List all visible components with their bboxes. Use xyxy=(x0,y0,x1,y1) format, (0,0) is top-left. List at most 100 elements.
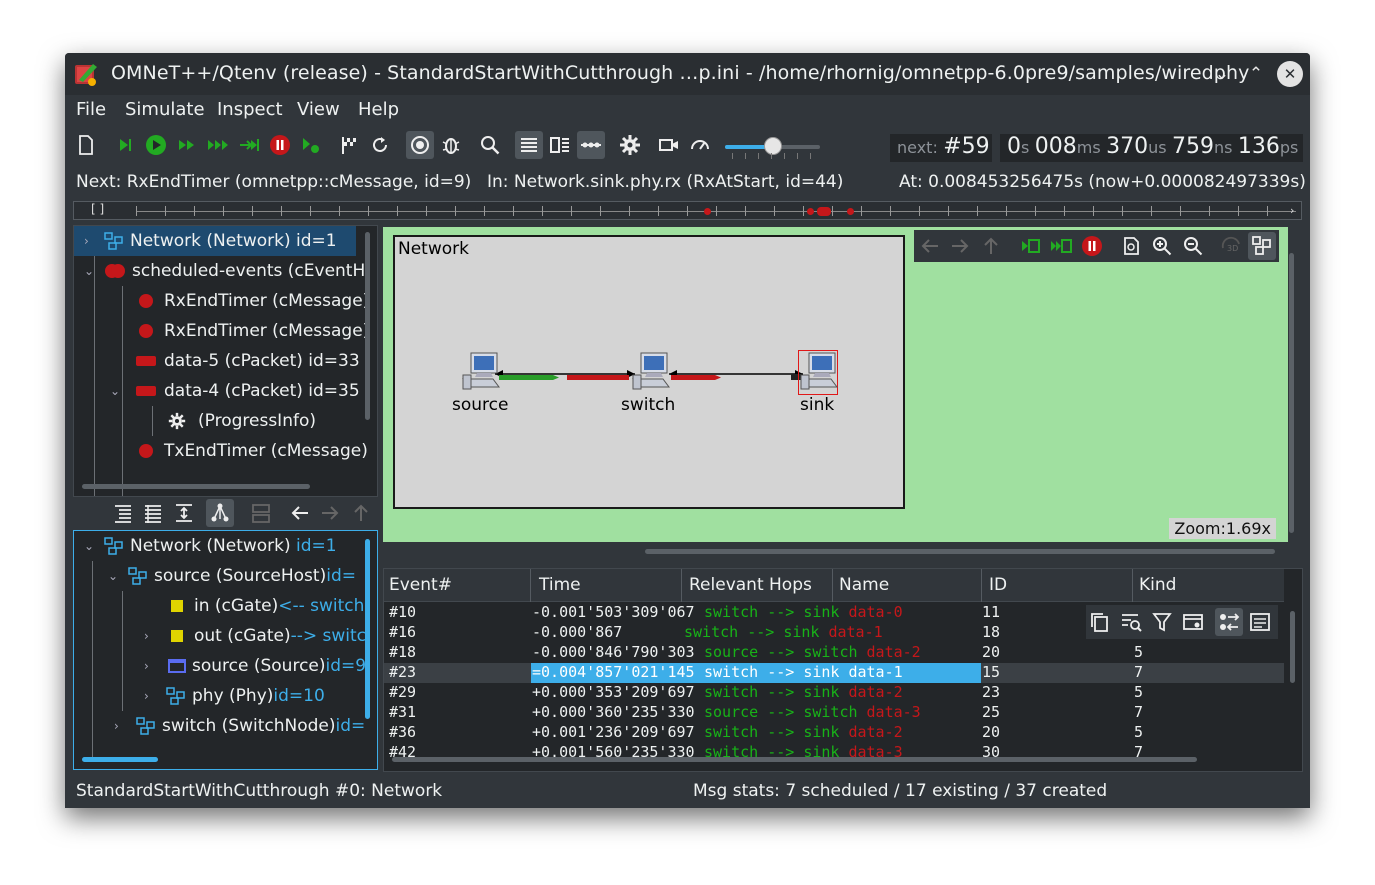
computer-icon[interactable] xyxy=(461,351,501,393)
copy-icon[interactable] xyxy=(1086,608,1114,636)
tree-mode-icon[interactable] xyxy=(206,499,234,527)
timeline-event-marker[interactable] xyxy=(704,208,711,215)
col-name[interactable]: Name xyxy=(839,575,889,595)
new-file-icon[interactable] xyxy=(72,131,100,159)
log-row[interactable]: #18 -0.000'846'790'303 source --> switch da… xyxy=(384,643,1284,663)
log-row[interactable]: #31 +0.000'360'235'330 source --> switch da… xyxy=(384,703,1284,723)
close-button[interactable]: ✕ xyxy=(1277,61,1303,87)
col-event[interactable]: Event# xyxy=(389,575,452,595)
settings-window-icon[interactable] xyxy=(1179,608,1207,636)
col-hops[interactable]: Relevant Hops xyxy=(689,575,812,595)
tree-item-scheduled-events[interactable]: ⌄ scheduled-events (cEventH xyxy=(74,256,365,286)
message-mode-icon[interactable] xyxy=(1215,608,1243,636)
log-row[interactable]: #23 =0.004'857'021'145 switch --> sink data… xyxy=(384,663,1284,683)
tree-item-data5[interactable]: data-5 (cPacket) id=33 xyxy=(136,346,360,376)
layers-icon[interactable] xyxy=(1248,232,1276,260)
col-time[interactable]: Time xyxy=(539,575,581,595)
find-icon[interactable] xyxy=(1117,608,1145,636)
back-arrow-icon[interactable] xyxy=(916,232,944,260)
tree-item-data4[interactable]: ⌄ data-4 (cPacket) id=35 xyxy=(110,376,360,406)
zoom-in-icon[interactable] xyxy=(1148,232,1176,260)
col-kind[interactable]: Kind xyxy=(1139,575,1176,595)
module-item-out-gate[interactable]: › out (cGate) --> switc xyxy=(144,621,366,651)
rotate-3d-icon[interactable]: 3D xyxy=(1217,232,1245,260)
search-icon[interactable] xyxy=(476,131,504,159)
filter-icon[interactable] xyxy=(1148,608,1176,636)
rebuild-icon[interactable] xyxy=(366,131,394,159)
timeline-event-marker[interactable] xyxy=(817,207,831,216)
module-item-source[interactable]: › source (Source) id=9 xyxy=(144,651,366,681)
timeline-toggle-icon[interactable] xyxy=(577,131,605,159)
debug-next-icon[interactable] xyxy=(297,131,325,159)
menu-view[interactable]: View xyxy=(297,99,340,120)
timeline-event-marker[interactable] xyxy=(847,208,854,215)
menu-simulate[interactable]: Simulate xyxy=(125,99,205,120)
step-module-icon[interactable] xyxy=(1016,232,1044,260)
module-item-source-host[interactable]: ⌄ source (SourceHost) id= xyxy=(108,561,356,591)
horizontal-scrollbar[interactable] xyxy=(82,484,310,489)
module-label: out (cGate) xyxy=(194,626,291,646)
stop-icon[interactable] xyxy=(1078,232,1106,260)
zoom-out-icon[interactable] xyxy=(1179,232,1207,260)
tree-item-rxendtimer[interactable]: RxEndTimer (cMessage) xyxy=(138,316,369,346)
vertical-scrollbar[interactable] xyxy=(365,232,370,420)
tree-item-progressinfo[interactable]: (ProgressInfo) xyxy=(168,406,316,436)
speedometer-icon[interactable] xyxy=(686,131,714,159)
log-mode-icon[interactable] xyxy=(1246,608,1274,636)
canvas-horizontal-scrollbar[interactable] xyxy=(645,549,1275,554)
flat-mode-icon[interactable] xyxy=(247,499,275,527)
minimize-button[interactable]: ⌄ xyxy=(1209,61,1235,87)
log-cell-name: data-2 xyxy=(866,643,921,661)
log-horizontal-scrollbar[interactable] xyxy=(392,757,1197,762)
settings-gear-icon[interactable] xyxy=(616,131,644,159)
col-id[interactable]: ID xyxy=(989,575,1007,595)
speed-slider[interactable] xyxy=(725,137,820,161)
network-canvas[interactable]: Network source switch sink 3D Zoom:1.69x xyxy=(383,227,1288,542)
up-arrow-icon[interactable] xyxy=(347,499,375,527)
log-vertical-scrollbar[interactable] xyxy=(1290,611,1295,683)
stop-icon[interactable] xyxy=(266,131,294,159)
fit-icon[interactable] xyxy=(170,499,198,527)
back-arrow-icon[interactable] xyxy=(286,499,314,527)
forward-arrow-icon[interactable] xyxy=(316,499,344,527)
timeline-event-marker[interactable] xyxy=(807,208,814,215)
tree-item-network[interactable]: › Network (Network) id=1 xyxy=(74,226,356,256)
forward-arrow-icon[interactable] xyxy=(946,232,974,260)
module-item-network[interactable]: ⌄ Network (Network) id=1 xyxy=(74,531,337,561)
time-s-unit: s xyxy=(1021,138,1030,157)
run-module-icon[interactable] xyxy=(1047,232,1075,260)
module-item-phy[interactable]: › phy (Phy) id=10 xyxy=(144,681,325,711)
log-row[interactable]: #36 +0.001'236'209'697 switch --> sink data… xyxy=(384,723,1284,743)
finish-flag-icon[interactable] xyxy=(335,131,363,159)
layout-log-icon[interactable] xyxy=(515,131,543,159)
tree-item-rxendtimer[interactable]: RxEndTimer (cMessage) xyxy=(138,286,369,316)
step-icon[interactable] xyxy=(111,131,139,159)
up-arrow-icon[interactable] xyxy=(977,232,1005,260)
express-run-icon[interactable] xyxy=(204,131,232,159)
fast-run-icon[interactable] xyxy=(173,131,201,159)
menu-help[interactable]: Help xyxy=(358,99,399,120)
event-timeline[interactable]: [ ] › xyxy=(73,201,1302,220)
expand-all-icon[interactable] xyxy=(139,499,167,527)
relayout-icon[interactable] xyxy=(1117,232,1145,260)
computer-icon[interactable] xyxy=(799,351,839,393)
module-item-switch[interactable]: › switch (SwitchNode) id= xyxy=(114,711,365,741)
debug-bug-icon[interactable] xyxy=(437,131,465,159)
collapse-all-icon[interactable] xyxy=(109,499,137,527)
horizontal-scrollbar[interactable] xyxy=(82,757,158,762)
module-item-in-gate[interactable]: in (cGate) <-- switch. xyxy=(170,591,370,621)
layout-split-icon[interactable] xyxy=(546,131,574,159)
tree-item-txendtimer[interactable]: TxEndTimer (cMessage) xyxy=(138,436,368,466)
run-icon[interactable] xyxy=(142,131,170,159)
canvas-vertical-scrollbar[interactable] xyxy=(1289,253,1294,533)
log-row[interactable]: #29 +0.000'353'209'697 switch --> sink data… xyxy=(384,683,1284,703)
animation-toggle-icon[interactable] xyxy=(406,131,434,159)
vertical-scrollbar[interactable] xyxy=(365,539,370,719)
menu-file[interactable]: File xyxy=(76,99,106,120)
maximize-button[interactable]: ⌃ xyxy=(1243,61,1269,87)
run-until-icon[interactable] xyxy=(235,131,263,159)
menu-inspect[interactable]: Inspect xyxy=(217,99,283,120)
log-cell-id: 15 xyxy=(982,663,1001,681)
computer-icon[interactable] xyxy=(631,351,671,393)
video-record-icon[interactable] xyxy=(655,131,683,159)
